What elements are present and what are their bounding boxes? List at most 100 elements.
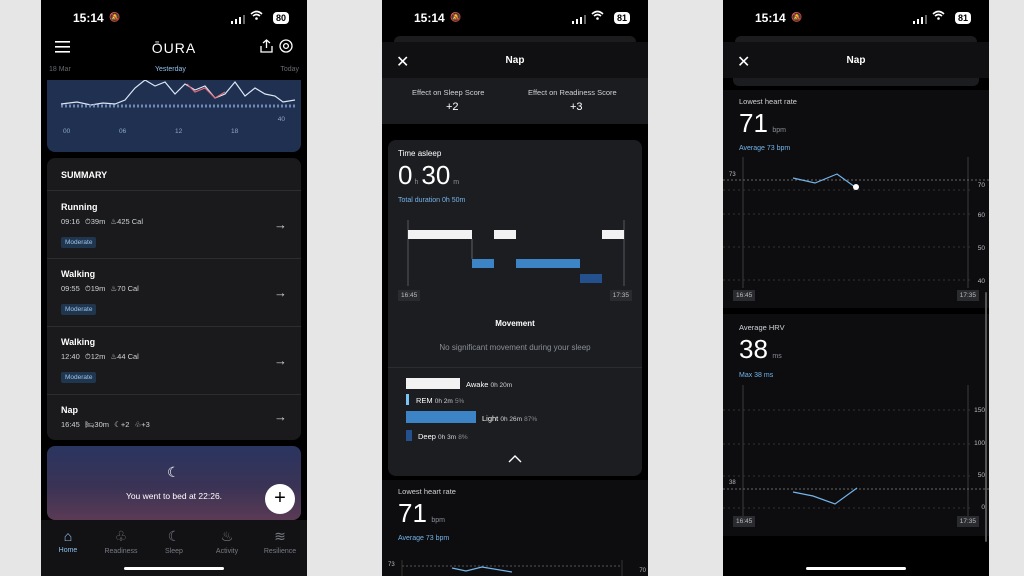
activity-duration: 30m [94, 420, 109, 429]
heart-rate-day-chart: 00 06 12 18 40 [47, 80, 301, 152]
average-hr: Average 73 bpm [739, 145, 791, 152]
arrow-right-icon[interactable]: → [274, 217, 287, 232]
readiness-effect: +3 [141, 420, 150, 429]
lowest-hr-label: Lowest heart rate [739, 97, 797, 106]
readiness-icon: ♧ [114, 528, 128, 544]
lowest-hr-value: 71 [398, 498, 427, 528]
share-icon[interactable] [260, 39, 273, 58]
start-time: 16:45 [398, 290, 421, 301]
home-screen: 15:14 🔕 80 ŌURA 18 Mar Yesterday Today 0… [41, 0, 307, 576]
activity-row-running[interactable]: Running 09:16 ⏱39m ♨425 Cal Moderate → [47, 190, 301, 258]
legend-value: 0h 20m [490, 382, 513, 389]
battery-indicator: 80 [272, 12, 289, 24]
legend-value: 0h 2m [434, 398, 453, 405]
effects-section: Effect on Sleep Score +2 Effect on Readi… [382, 78, 648, 124]
legend-label: Awake [466, 380, 489, 389]
home-indicator [124, 567, 224, 570]
legend-bar [406, 378, 460, 389]
home-icon: ⌂ [63, 528, 73, 544]
nav-label: Readiness [104, 548, 138, 555]
legend-bar [406, 430, 412, 441]
stage-legend: Awake 0h 20m REM 0h 2m 5% Light 0h 26m 8… [406, 376, 626, 448]
scrollbar[interactable] [985, 292, 987, 542]
nav-readiness[interactable]: ♧ Readiness [96, 528, 146, 555]
bedtime-card[interactable]: ☾ You went to bed at 22:26. + [47, 446, 301, 520]
hypnogram-svg [407, 220, 625, 286]
average-hr: Average 73 bpm [398, 535, 450, 542]
activity-row-walking-2[interactable]: Walking 12:40 ⏱12m ♨44 Cal Moderate → [47, 326, 301, 394]
activity-time: 16:45 [61, 420, 80, 429]
day-chart-tick: 00 [63, 128, 71, 135]
effect-sleep-value: +2 [446, 101, 459, 113]
nav-label: Sleep [165, 548, 183, 555]
activity-time: 09:55 [61, 284, 80, 293]
nav-sleep[interactable]: ☾ Sleep [149, 528, 199, 555]
stage-awake [408, 230, 472, 239]
hrv-max: Max 38 ms [739, 372, 774, 379]
movement-title: Movement [495, 319, 535, 328]
hr-preview-svg [401, 560, 623, 576]
wifi-icon [932, 10, 945, 23]
nap-heart-rate-screen: 15:14 🔕 81 ✕ Nap Lowest heart rate 71 bp… [723, 0, 989, 576]
screen-title: Nap [505, 55, 525, 66]
stage-light [472, 259, 494, 268]
day-chart-tick: 12 [175, 128, 183, 135]
waves-icon: ≋ [274, 528, 286, 544]
date-current[interactable]: Yesterday [155, 66, 186, 73]
hrv-line [792, 487, 858, 505]
status-time: 15:14 [755, 11, 786, 25]
status-bar: 15:14 🔕 80 [41, 0, 307, 36]
hrv-value: 38 [739, 334, 768, 364]
nav-resilience[interactable]: ≋ Resilience [255, 528, 305, 555]
scroll-divider [733, 78, 979, 86]
activity-calories: 44 Cal [117, 352, 139, 361]
heart-rate-section: Lowest heart rate 71 bpm Average 73 bpm … [382, 480, 648, 576]
day-chart-svg [60, 80, 296, 108]
bed-icon: 🛏 [84, 420, 95, 429]
activity-duration: 12m [90, 352, 106, 361]
moon-icon: ☾ [167, 464, 180, 480]
lowest-hr-card: Lowest heart rate 71 bpm Average 73 bpm … [723, 90, 989, 308]
hr-axis-label: 50 [977, 245, 985, 252]
date-selector[interactable]: 18 Mar Yesterday Today [41, 66, 307, 78]
hr-axis-label: 60 [977, 212, 985, 219]
activity-calories: 425 Cal [117, 217, 144, 226]
end-time: 17:35 [956, 290, 979, 301]
sleep-stages-chart: 16:45 17:35 [398, 216, 632, 306]
legend-value: 0h 3m [438, 434, 457, 441]
legend-value: 0h 26m [500, 416, 523, 423]
bell-muted-icon: 🔕 [109, 12, 121, 22]
hrv-axis-label: 50 [977, 472, 985, 479]
hrv-unit: ms [772, 353, 782, 360]
status-bar: 15:14 🔕 81 [382, 0, 648, 36]
day-chart-tick: 18 [231, 128, 239, 135]
activity-row-nap[interactable]: Nap 16:45 🛏30m ☾+2 ♧+3 → [47, 394, 301, 440]
arrow-right-icon[interactable]: → [274, 285, 287, 300]
lowest-hr-point [853, 184, 859, 190]
effect-sleep-label: Effect on Sleep Score [412, 88, 485, 97]
status-time: 15:14 [73, 11, 104, 25]
arrow-right-icon[interactable]: → [274, 353, 287, 368]
screen-title: Nap [846, 55, 866, 66]
hrv-reference-label: 38 [729, 480, 736, 486]
activity-row-walking-1[interactable]: Walking 09:55 ⏱19m ♨70 Cal Moderate → [47, 258, 301, 326]
nav-home[interactable]: ⌂ Home [43, 528, 93, 554]
legend-percent: 87% [524, 416, 538, 423]
flame-icon: ♨ [220, 528, 234, 544]
date-next[interactable]: Today [280, 66, 299, 73]
lowest-hr-label: Lowest heart rate [398, 487, 456, 496]
arrow-right-icon[interactable]: → [274, 409, 287, 424]
nav-activity[interactable]: ♨ Activity [202, 528, 252, 555]
activity-duration: 19m [90, 284, 106, 293]
add-button[interactable]: + [265, 484, 295, 514]
date-previous[interactable]: 18 Mar [49, 66, 71, 73]
intensity-badge: Moderate [61, 372, 97, 383]
end-time: 17:35 [609, 290, 632, 301]
activity-name: Nap [61, 405, 79, 415]
lowest-hr-unit: bpm [431, 517, 445, 524]
ring-icon[interactable] [279, 39, 293, 58]
chevron-up-icon[interactable] [508, 450, 522, 468]
lowest-hr-unit: bpm [772, 127, 786, 134]
summary-title: SUMMARY [61, 170, 108, 180]
status-bar: 15:14 🔕 81 [723, 0, 989, 36]
